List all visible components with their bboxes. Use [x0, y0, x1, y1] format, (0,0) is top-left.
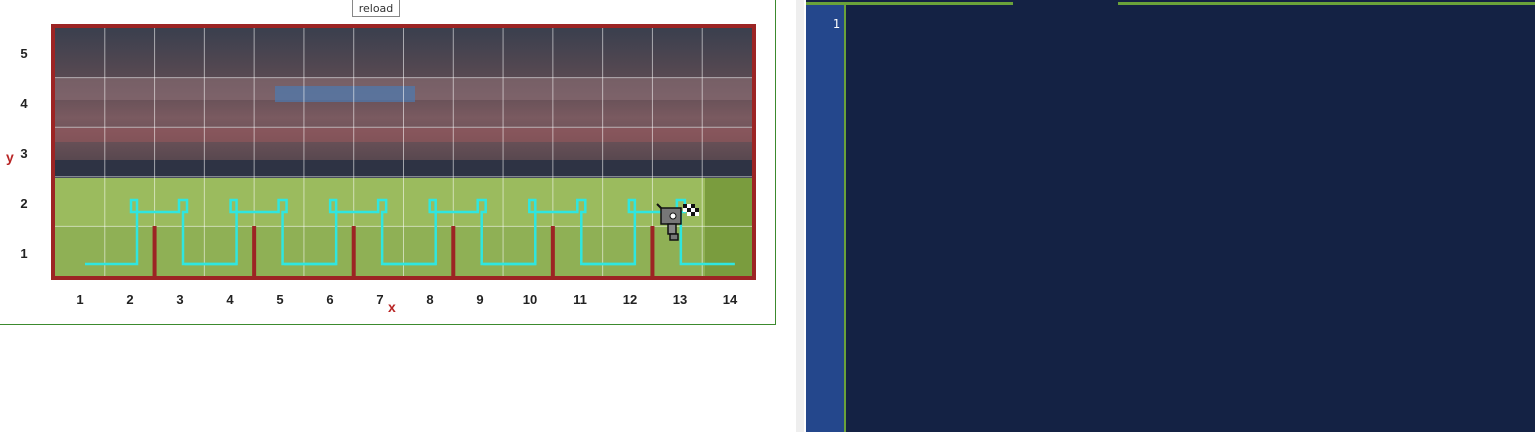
x-tick-9: 9 [476, 292, 484, 307]
x-tick-11: 11 [573, 292, 587, 307]
x-tick-14: 14 [722, 292, 738, 307]
x-tick-13: 13 [672, 292, 688, 307]
panel-splitter[interactable] [796, 0, 804, 432]
x-tick-12: 12 [622, 292, 638, 307]
board-canvas [55, 28, 752, 276]
y-tick-2: 2 [20, 196, 28, 211]
x-tick-7: 7 [376, 292, 384, 307]
x-tick-8: 8 [426, 292, 434, 307]
y-tick-3: 3 [20, 146, 28, 161]
y-tick-4: 4 [20, 96, 28, 111]
x-tick-2: 2 [126, 292, 134, 307]
x-tick-1: 1 [76, 292, 84, 307]
code-input[interactable] [846, 5, 1535, 432]
x-tick-10: 10 [522, 292, 538, 307]
y-tick-1: 1 [20, 246, 28, 261]
x-tick-6: 6 [326, 292, 334, 307]
y-tick-5: 5 [20, 46, 28, 61]
line-gutter: 1 [806, 5, 846, 432]
x-tick-3: 3 [176, 292, 184, 307]
game-panel: reload 5 4 3 2 1 y x 1 2 3 4 5 6 7 8 9 1… [0, 0, 776, 325]
x-tick-5: 5 [276, 292, 284, 307]
game-board [51, 24, 756, 280]
y-axis-label: y [6, 149, 14, 165]
reload-button[interactable]: reload [352, 0, 400, 17]
line-number: 1 [832, 17, 840, 31]
x-tick-4: 4 [226, 292, 234, 307]
code-editor: 1 [806, 0, 1535, 432]
